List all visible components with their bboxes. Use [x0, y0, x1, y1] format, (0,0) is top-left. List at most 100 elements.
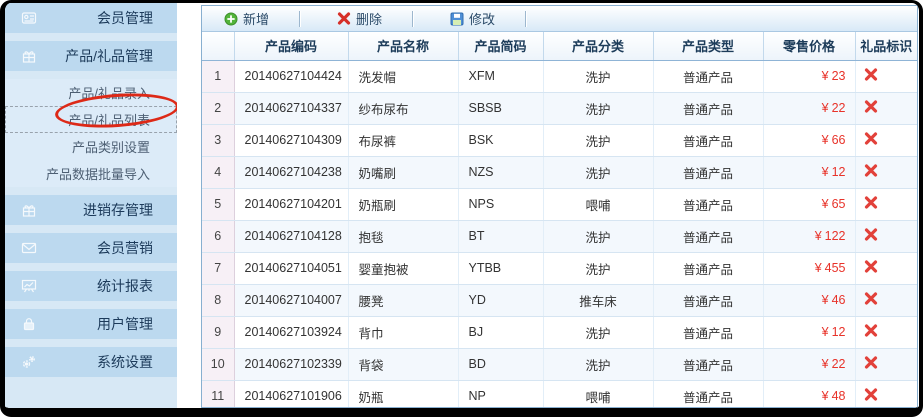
row-number: 7 — [202, 252, 235, 285]
currency-symbol: ¥ — [821, 101, 829, 115]
product-type-cell: 普通产品 — [652, 92, 763, 125]
delete-button[interactable]: 删除 — [329, 7, 390, 30]
product-code-cell: 20140627104424 — [233, 60, 348, 93]
sidebar-item-inventory-management[interactable]: 进销存管理 — [5, 195, 177, 225]
product-name-cell: 腰凳 — [347, 284, 458, 317]
price-value: 122 — [824, 229, 846, 243]
currency-symbol: ¥ — [821, 357, 829, 371]
sidebar-item-statistics-reports[interactable]: 统计报表 — [5, 271, 177, 301]
retail-price-cell: ¥65 — [762, 188, 855, 221]
table-row[interactable]: 6 20140627104128 抱毯 BT 洗护 普通产品 ¥122 — [202, 220, 917, 253]
product-shortcode-cell: YTBB — [457, 252, 543, 285]
product-shortcode-cell: NP — [457, 380, 543, 407]
sidebar-item-member-marketing[interactable]: 会员营销 — [5, 233, 177, 263]
product-category-cell: 洗护 — [542, 220, 653, 253]
column-header-category[interactable]: 产品分类 — [542, 32, 653, 61]
currency-symbol: ¥ — [821, 325, 829, 339]
sidebar-item-product-gift-management[interactable]: 产品/礼品管理 — [5, 41, 177, 71]
table-row[interactable]: 10 20140627102339 背袋 BD 洗护 普通产品 ¥22 — [202, 348, 917, 381]
add-button[interactable]: 新增 — [216, 7, 277, 30]
retail-price-cell: ¥12 — [762, 316, 855, 349]
sidebar-subitem-label: 产品类别设置 — [71, 140, 150, 155]
toolbar-separator — [525, 10, 528, 27]
gift-flag-x-icon[interactable] — [864, 196, 878, 209]
currency-symbol: ¥ — [821, 389, 829, 403]
product-category-cell: 喂哺 — [542, 380, 653, 407]
table-row[interactable]: 9 20140627103924 背巾 BJ 洗护 普通产品 ¥12 — [202, 316, 917, 349]
table-row[interactable]: 8 20140627104007 腰凳 YD 推车床 普通产品 ¥46 — [202, 284, 917, 317]
product-shortcode-cell: NPS — [457, 188, 543, 221]
gift-flag-x-icon[interactable] — [864, 132, 878, 145]
product-shortcode-cell: NZS — [457, 156, 543, 189]
product-type-cell: 普通产品 — [652, 316, 763, 349]
column-header-product-code[interactable]: 产品编码 — [233, 32, 348, 61]
gift-flag-x-icon[interactable] — [864, 356, 878, 369]
product-code-cell: 20140627103924 — [233, 316, 348, 349]
gears-icon — [22, 356, 35, 368]
gift-flag-cell — [854, 380, 917, 407]
table-row[interactable]: 3 20140627104309 布尿裤 BSK 洗护 普通产品 ¥66 — [202, 124, 917, 157]
retail-price-cell: ¥46 — [762, 284, 855, 317]
product-code-cell: 20140627104309 — [233, 124, 348, 157]
currency-symbol: ¥ — [821, 133, 829, 147]
table-row[interactable]: 4 20140627104238 奶嘴刷 NZS 洗护 普通产品 ¥12 — [202, 156, 917, 189]
price-value: 66 — [831, 133, 846, 147]
row-number: 9 — [202, 316, 235, 349]
gift-flag-x-icon[interactable] — [864, 388, 878, 401]
product-type-cell: 普通产品 — [652, 188, 763, 221]
table-row[interactable]: 7 20140627104051 婴童抱被 YTBB 洗护 普通产品 ¥455 — [202, 252, 917, 285]
sidebar-subitem-product-entry[interactable]: 产品/礼品录入 — [5, 79, 177, 106]
column-header-gift-flag[interactable]: 礼品标识 — [854, 32, 917, 61]
gift-flag-x-icon[interactable] — [864, 68, 878, 81]
product-shortcode-cell: XFM — [457, 60, 543, 93]
table-row[interactable]: 5 20140627104201 奶瓶刷 NPS 喂哺 普通产品 ¥65 — [202, 188, 917, 221]
currency-symbol: ¥ — [814, 261, 822, 275]
table-row[interactable]: 2 20140627104337 纱布尿布 SBSB 洗护 普通产品 ¥22 — [202, 92, 917, 125]
gift-flag-cell — [854, 284, 917, 317]
gift-flag-x-icon[interactable] — [864, 100, 878, 113]
product-category-cell: 洗护 — [542, 156, 653, 189]
gift-flag-x-icon[interactable] — [864, 324, 878, 337]
table-row[interactable]: 11 20140627101906 奶瓶 NP 喂哺 普通产品 ¥48 — [202, 380, 917, 407]
sidebar-subitem-batch-import[interactable]: 产品数据批量导入 — [5, 160, 177, 187]
sidebar-item-user-management[interactable]: 用户管理 — [5, 309, 177, 339]
gift-flag-cell — [854, 156, 917, 189]
sidebar: 会员管理 产品/礼品管理 产品/礼品录入 产品/礼品列表 产品类别设置 产品数据… — [5, 3, 177, 408]
sidebar-subitem-category-settings[interactable]: 产品类别设置 — [5, 133, 177, 160]
sidebar-item-label: 会员管理 — [97, 10, 153, 26]
column-header-short-code[interactable]: 产品简码 — [457, 32, 543, 61]
product-name-cell: 背巾 — [347, 316, 458, 349]
row-number: 3 — [202, 124, 235, 157]
product-type-cell: 普通产品 — [652, 156, 763, 189]
product-shortcode-cell: BSK — [457, 124, 543, 157]
edit-button-label: 修改 — [469, 12, 496, 27]
gift-flag-x-icon[interactable] — [864, 260, 878, 273]
app-window: 会员管理 产品/礼品管理 产品/礼品录入 产品/礼品列表 产品类别设置 产品数据… — [0, 0, 923, 417]
product-code-cell: 20140627104128 — [233, 220, 348, 253]
column-header-type[interactable]: 产品类型 — [652, 32, 763, 61]
retail-price-cell: ¥12 — [762, 156, 855, 189]
sidebar-item-member-management[interactable]: 会员管理 — [5, 3, 177, 33]
price-value: 12 — [831, 165, 846, 179]
sidebar-item-system-settings[interactable]: 系统设置 — [5, 347, 177, 377]
sidebar-subitem-product-list[interactable]: 产品/礼品列表 — [5, 106, 177, 133]
edit-button[interactable]: 修改 — [442, 7, 503, 30]
product-category-cell: 推车床 — [542, 284, 653, 317]
gift-flag-x-icon[interactable] — [864, 164, 878, 177]
gift-flag-x-icon[interactable] — [864, 228, 878, 241]
retail-price-cell: ¥455 — [762, 252, 855, 285]
add-icon — [224, 12, 238, 25]
product-code-cell: 20140627104007 — [233, 284, 348, 317]
gift-flag-x-icon[interactable] — [864, 292, 878, 305]
retail-price-cell: ¥122 — [762, 220, 855, 253]
column-header-product-name[interactable]: 产品名称 — [347, 32, 458, 61]
product-category-cell: 洗护 — [542, 92, 653, 125]
gift-flag-cell — [854, 188, 917, 221]
row-number: 5 — [202, 188, 235, 221]
product-shortcode-cell: BJ — [457, 316, 543, 349]
currency-symbol: ¥ — [821, 293, 829, 307]
table-row[interactable]: 1 20140627104424 洗发帽 XFM 洗护 普通产品 ¥23 — [202, 60, 917, 93]
column-header-retail-price[interactable]: 零售价格 — [762, 32, 855, 61]
product-code-cell: 20140627104238 — [233, 156, 348, 189]
product-type-cell: 普通产品 — [652, 124, 763, 157]
